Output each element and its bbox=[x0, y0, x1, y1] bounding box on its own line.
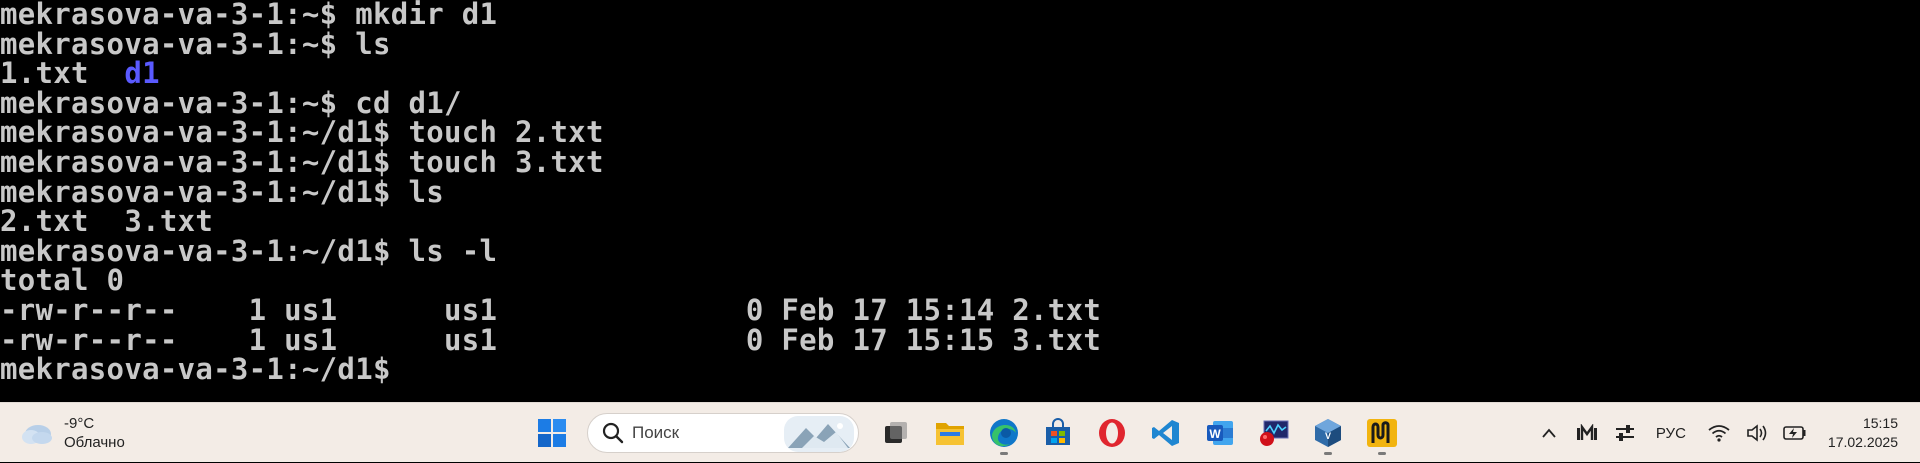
weather-condition: Облачно bbox=[64, 434, 125, 451]
clock[interactable]: 15:15 17.02.2025 bbox=[1828, 414, 1898, 452]
app-button[interactable] bbox=[1360, 411, 1404, 455]
input-language[interactable]: РУС bbox=[1656, 425, 1686, 442]
weather-widget[interactable]: -9°C Облачно bbox=[20, 411, 125, 455]
app-icon bbox=[1367, 419, 1397, 447]
edge-running-indicator bbox=[1000, 452, 1008, 455]
store-button[interactable] bbox=[1036, 411, 1080, 455]
search-placeholder: Поиск bbox=[632, 423, 680, 442]
word-icon: W bbox=[1207, 421, 1233, 445]
terminal-line: mekrasova-va-3-1:~/d1$ touch 3.txt bbox=[0, 147, 1920, 178]
store-icon bbox=[1046, 418, 1070, 445]
volume-button[interactable] bbox=[1742, 418, 1772, 448]
chevron-up-icon bbox=[1542, 428, 1556, 438]
terminal-line-text: mekrasova-va-3-1:~/d1$ bbox=[0, 352, 409, 387]
clock-time: 15:15 bbox=[1862, 415, 1898, 431]
virtualbox-icon: V bbox=[1315, 419, 1341, 447]
folder-icon bbox=[936, 423, 964, 445]
terminal-line: -rw-r--r-- 1 us1 us1 0 Feb 17 15:14 2.tx… bbox=[0, 295, 1920, 326]
vscode-button[interactable] bbox=[1144, 411, 1188, 455]
svg-text:V: V bbox=[1325, 431, 1331, 441]
search-icon bbox=[602, 422, 624, 444]
sliders-icon bbox=[1615, 425, 1634, 441]
monitor-icon bbox=[1260, 420, 1289, 446]
terminal-line: 1.txt d1 bbox=[0, 58, 1920, 89]
terminal-line: mekrasova-va-3-1:~/d1$ bbox=[0, 352, 1920, 387]
terminal-line: -rw-r--r-- 1 us1 us1 0 Feb 17 15:15 3.tx… bbox=[0, 325, 1920, 356]
word-button[interactable]: W bbox=[1198, 411, 1242, 455]
file-explorer-button[interactable] bbox=[928, 411, 972, 455]
clock-date: 17.02.2025 bbox=[1827, 434, 1898, 450]
opera-icon bbox=[1099, 419, 1125, 447]
start-button[interactable] bbox=[530, 411, 574, 455]
terminal-window[interactable]: mekrasova-va-3-1:~$ mkdir d1 mekrasova-va… bbox=[0, 0, 1920, 402]
virtualbox-button[interactable]: V bbox=[1306, 411, 1350, 455]
tray-settings-button[interactable] bbox=[1610, 418, 1640, 448]
svg-text:W: W bbox=[1209, 427, 1221, 441]
terminal-line: mekrasova-va-3-1:~$ mkdir d1 bbox=[0, 0, 1920, 30]
tray-app-button[interactable] bbox=[1572, 418, 1602, 448]
task-view-icon bbox=[885, 422, 907, 443]
volume-icon bbox=[1747, 424, 1767, 442]
terminal-line: mekrasova-va-3-1:~/d1$ ls bbox=[0, 177, 1920, 208]
terminal-line: 2.txt 3.txt bbox=[0, 206, 1920, 237]
task-view-button[interactable] bbox=[874, 411, 918, 455]
app-running-indicator bbox=[1378, 452, 1386, 455]
edge-button[interactable] bbox=[982, 411, 1026, 455]
bars-chart-icon bbox=[1576, 424, 1597, 440]
search-highlight-icon bbox=[784, 416, 854, 452]
weather-temperature: -9°C bbox=[64, 415, 95, 432]
wifi-button[interactable] bbox=[1704, 418, 1734, 448]
monitor-app-button[interactable] bbox=[1252, 411, 1296, 455]
search-box[interactable]: Поиск bbox=[587, 413, 859, 453]
opera-button[interactable] bbox=[1090, 411, 1134, 455]
wifi-icon bbox=[1708, 425, 1730, 442]
battery-charging-icon bbox=[1783, 426, 1806, 440]
terminal-line: mekrasova-va-3-1:~$ ls bbox=[0, 29, 1920, 60]
edge-icon bbox=[990, 419, 1018, 447]
cloud-icon bbox=[22, 425, 52, 444]
taskbar: -9°C Облачно Поиск W V РУС 15:15 17.02.2… bbox=[0, 402, 1920, 462]
terminal-line: mekrasova-va-3-1:~$ cd d1/ bbox=[0, 88, 1920, 119]
terminal-line: total 0 bbox=[0, 266, 1920, 296]
virtualbox-running-indicator bbox=[1324, 452, 1332, 455]
battery-button[interactable] bbox=[1780, 418, 1810, 448]
windows-logo-icon bbox=[538, 419, 566, 447]
terminal-line: mekrasova-va-3-1:~/d1$ touch 2.txt bbox=[0, 118, 1920, 148]
show-hidden-icons-button[interactable] bbox=[1534, 418, 1564, 448]
vscode-icon bbox=[1152, 420, 1179, 446]
terminal-line: mekrasova-va-3-1:~/d1$ ls -l bbox=[0, 236, 1920, 267]
